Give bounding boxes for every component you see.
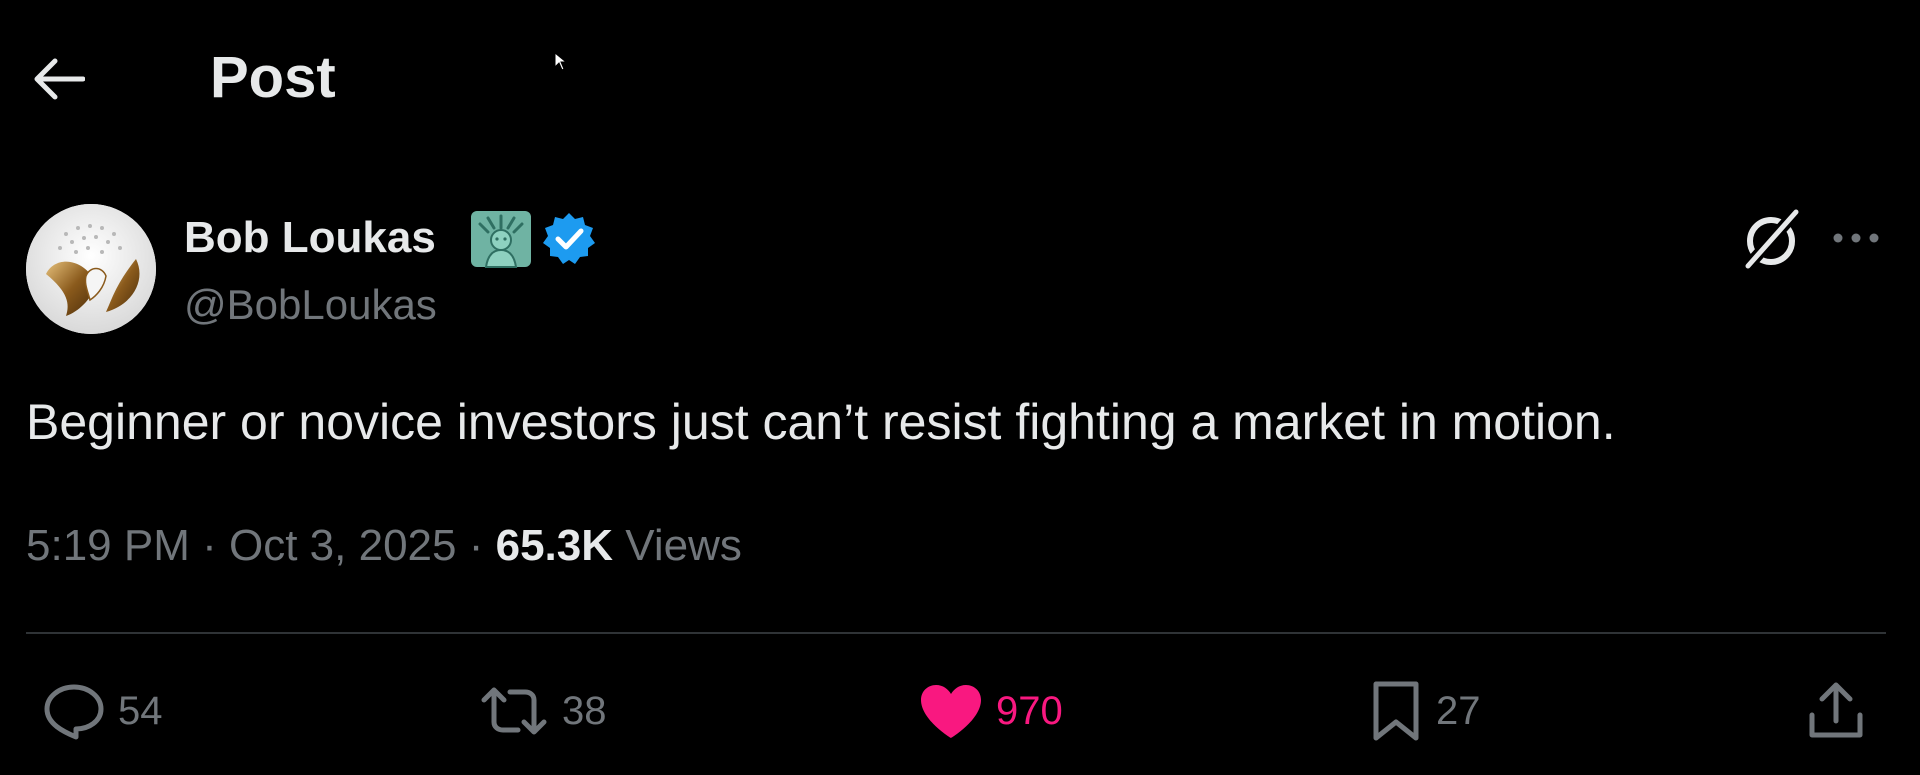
mouse-cursor-icon (554, 52, 568, 71)
avatar[interactable] (26, 204, 156, 334)
reply-count: 54 (118, 689, 163, 733)
divider (26, 632, 1886, 634)
eagle-logo-icon (26, 204, 156, 334)
grok-icon (1742, 206, 1802, 272)
like-count: 970 (996, 689, 1063, 733)
more-horizontal-icon (1833, 233, 1879, 243)
post-text: Beginner or novice investors just can’t … (26, 394, 1616, 450)
post-date[interactable]: Oct 3, 2025 (229, 521, 456, 570)
back-button[interactable] (28, 48, 90, 110)
reply-icon (44, 684, 104, 740)
more-options-button[interactable] (1828, 218, 1884, 258)
meta-separator: · (468, 521, 484, 570)
author-handle[interactable]: @BobLoukas (184, 280, 437, 330)
share-upload-icon (1809, 682, 1863, 738)
repost-icon (481, 687, 547, 735)
grok-button[interactable] (1738, 206, 1804, 272)
share-button[interactable] (1806, 680, 1866, 742)
like-button[interactable]: 970 (918, 680, 1063, 742)
bookmark-count: 27 (1436, 689, 1481, 733)
author-name[interactable]: Bob Loukas (184, 212, 436, 264)
heart-filled-icon (921, 685, 981, 738)
repost-button[interactable]: 38 (478, 680, 607, 742)
post-time[interactable]: 5:19 PM (26, 521, 190, 570)
post-meta: 5:19 PM · Oct 3, 2025 · 65.3K Views (26, 518, 742, 574)
verified-badge-icon (543, 213, 595, 264)
repost-count: 38 (562, 689, 607, 733)
post-header: Post (0, 0, 1920, 150)
bookmark-button[interactable]: 27 (1368, 680, 1481, 742)
statue-of-liberty-icon (471, 211, 531, 268)
reply-button[interactable]: 54 (42, 680, 163, 742)
views-count[interactable]: 65.3K (496, 521, 613, 570)
page-title: Post (210, 45, 336, 110)
arrow-left-icon (34, 58, 85, 100)
meta-separator: · (202, 521, 217, 570)
views-label[interactable]: Views (625, 521, 742, 570)
bookmark-icon (1373, 681, 1419, 741)
